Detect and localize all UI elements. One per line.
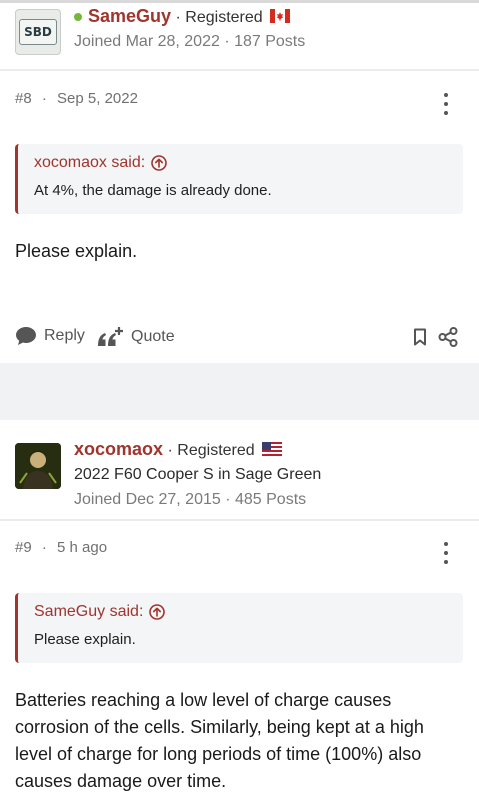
- separator: ·: [167, 442, 173, 459]
- quote-author[interactable]: SameGuy said:: [34, 603, 143, 621]
- post-8-header: SBD SameGuy · Registered Joined Mar 28, …: [0, 3, 479, 69]
- quote-plus-icon: [98, 327, 123, 346]
- post-8-meta: #8 · Sep 5, 2022: [15, 90, 138, 107]
- arrow-up-circle-icon[interactable]: [151, 155, 167, 171]
- quote-button[interactable]: Quote: [96, 326, 175, 348]
- avatar-portrait-icon: [15, 443, 61, 489]
- canada-flag-icon: [270, 9, 291, 23]
- user-role: Registered: [185, 9, 263, 26]
- online-status-dot: [74, 12, 82, 21]
- post-date[interactable]: Sep 5, 2022: [57, 90, 138, 107]
- post-date[interactable]: 5 h ago: [57, 539, 107, 556]
- reply-button[interactable]: Reply: [15, 326, 85, 346]
- separator: ·: [175, 9, 181, 26]
- author-line: xocomaox · Registered: [74, 439, 283, 460]
- avatar[interactable]: SBD: [15, 9, 61, 55]
- share-icon[interactable]: [438, 327, 458, 347]
- username-link[interactable]: xocomaox: [74, 439, 163, 459]
- quote-author-line[interactable]: SameGuy said:: [34, 603, 447, 621]
- avatar[interactable]: [15, 443, 61, 489]
- bookmark-icon[interactable]: [413, 328, 427, 346]
- post-number-link[interactable]: #8: [15, 90, 32, 107]
- post-number-link[interactable]: #9: [15, 539, 32, 556]
- user-role: Registered: [177, 442, 255, 459]
- avatar-plate: SBD: [19, 19, 57, 45]
- usa-flag-icon: [262, 442, 283, 456]
- reply-label: Reply: [44, 327, 85, 344]
- user-signature: 2022 F60 Cooper S in Sage Green: [74, 466, 322, 483]
- quote-label: Quote: [131, 328, 175, 345]
- quote-author[interactable]: xocomaox said:: [34, 154, 145, 172]
- post-9-header: xocomaox · Registered 2022 F60 Cooper S …: [0, 420, 479, 520]
- quote-text: At 4%, the damage is already done.: [34, 182, 272, 199]
- speech-bubble-icon: [16, 327, 36, 345]
- post-separator: [0, 363, 479, 420]
- arrow-up-circle-icon[interactable]: [149, 604, 166, 620]
- join-info: Joined Mar 28, 2022 · 187 Posts: [74, 33, 306, 50]
- quote-text: Please explain.: [34, 631, 136, 648]
- header-divider: [0, 69, 479, 71]
- post-body: Please explain.: [15, 241, 138, 261]
- username-link[interactable]: SameGuy: [88, 6, 171, 26]
- quote-block: SameGuy said: Please explain.: [15, 593, 463, 663]
- quote-author-line[interactable]: xocomaox said:: [34, 154, 447, 172]
- more-options-icon[interactable]: [440, 542, 452, 564]
- post-actions: Reply Quote: [0, 323, 479, 353]
- dot-separator: ·: [41, 539, 47, 556]
- more-options-icon[interactable]: [440, 93, 452, 115]
- dot-separator: ·: [41, 90, 47, 107]
- post-body: Batteries reaching a low level of charge…: [15, 690, 424, 791]
- post-9-meta: #9 · 5 h ago: [15, 539, 107, 556]
- header-divider: [0, 519, 479, 521]
- join-info: Joined Dec 27, 2015 · 485 Posts: [74, 491, 307, 508]
- author-line: SameGuy · Registered: [74, 6, 291, 27]
- quote-block: xocomaox said: At 4%, the damage is alre…: [15, 144, 463, 214]
